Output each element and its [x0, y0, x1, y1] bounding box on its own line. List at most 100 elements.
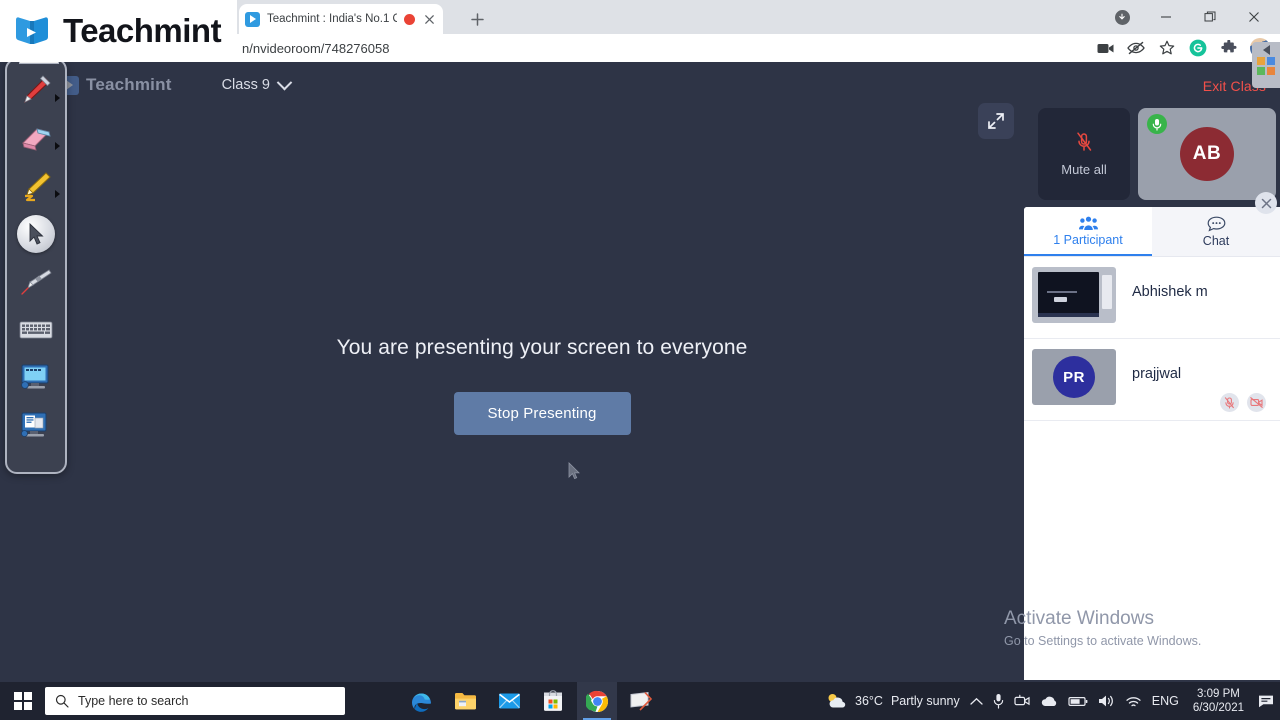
browser-tab-title: Teachmint : India's No.1 Onli — [267, 13, 397, 25]
pen-tool[interactable] — [13, 66, 60, 114]
preview-screen — [1038, 272, 1099, 317]
screen-share-icon — [21, 364, 49, 389]
video-tiles: Mute all AB — [1038, 108, 1276, 200]
participant-row[interactable]: PR prajjwal — [1024, 339, 1280, 421]
app-header: Teachmint Class 9 — [60, 62, 1280, 108]
browser-toolbar: n/nvideoroom/748276058 — [235, 34, 1280, 62]
taskbar-mail-button[interactable] — [489, 682, 529, 720]
cursor-icon — [29, 223, 44, 245]
camera-off-icon — [1250, 397, 1263, 408]
volume-icon[interactable] — [1098, 694, 1115, 708]
highlighter-icon — [25, 172, 51, 202]
star-icon[interactable] — [1155, 36, 1179, 60]
browser-tab[interactable]: Teachmint : India's No.1 Onli — [239, 4, 443, 34]
tab-chat[interactable]: Chat — [1152, 207, 1280, 256]
chrome-icon — [585, 690, 608, 712]
keyboard-tool[interactable] — [13, 306, 59, 354]
avatar: PR — [1053, 356, 1095, 398]
mail-icon — [498, 693, 520, 709]
screen-root: Teachmint Class 9 Exit Class You are pre… — [0, 0, 1280, 720]
app-logo-text: Teachmint — [86, 75, 172, 94]
battery-icon[interactable] — [1068, 696, 1088, 707]
teachmint-overlay-banner: Teachmint — [0, 0, 237, 62]
recording-dot-icon[interactable] — [404, 13, 415, 25]
downloads-button[interactable] — [1100, 3, 1144, 31]
widget-swatch — [1257, 57, 1265, 65]
class-selector[interactable]: Class 9 — [222, 74, 293, 93]
notifications-button[interactable] — [1258, 694, 1274, 708]
onedrive-icon[interactable] — [1040, 695, 1058, 707]
widget-swatch — [1267, 57, 1275, 65]
maximize-button[interactable] — [1188, 3, 1232, 31]
taskbar-chrome-button[interactable] — [577, 682, 617, 720]
annotation-toolbar — [5, 48, 67, 474]
participant-avatar-tile: PR — [1032, 349, 1116, 405]
laser-pointer-tool[interactable] — [13, 258, 59, 306]
floating-extension-widget[interactable] — [1252, 42, 1280, 88]
chevron-up-icon[interactable] — [970, 697, 983, 706]
taskbar-teachmint-button[interactable] — [621, 682, 661, 720]
document-share-icon — [21, 412, 47, 437]
taskbar-search-box[interactable]: Type here to search — [45, 687, 345, 715]
teachmint-favicon — [245, 11, 260, 27]
clock-time: 3:09 PM — [1197, 688, 1240, 700]
collapse-left-arrow-icon — [1262, 45, 1270, 55]
cursor-tool[interactable] — [13, 210, 59, 258]
close-icon — [1261, 198, 1271, 208]
widget-color-grid — [1257, 57, 1275, 75]
partly-sunny-icon — [828, 694, 846, 708]
stop-presenting-button[interactable]: Stop Presenting — [453, 391, 631, 435]
pen-options-arrow[interactable] — [55, 94, 60, 102]
taskbar-file-explorer-button[interactable] — [445, 682, 485, 720]
highlighter-options-arrow[interactable] — [55, 190, 60, 198]
microsoft-store-icon — [544, 690, 562, 711]
edge-icon — [411, 693, 431, 712]
mic-on-badge — [1147, 114, 1167, 134]
mute-all-label: Mute all — [1061, 162, 1107, 177]
self-video-tile[interactable]: AB — [1138, 108, 1276, 200]
wifi-icon[interactable] — [1125, 695, 1142, 708]
laser-pointer-icon — [21, 269, 52, 295]
close-button[interactable] — [1232, 3, 1276, 31]
search-icon — [55, 694, 69, 708]
fullscreen-expand-icon — [988, 113, 1004, 129]
eraser-options-arrow[interactable] — [55, 142, 60, 150]
taskbar-apps — [401, 682, 661, 720]
address-bar[interactable]: n/nvideoroom/748276058 — [235, 41, 1093, 56]
weather-description: Partly sunny — [890, 694, 960, 708]
eye-slash-icon[interactable] — [1124, 36, 1148, 60]
camera-icon[interactable] — [1014, 694, 1030, 708]
pen-icon — [24, 75, 51, 103]
toggle-camera-button[interactable] — [1247, 393, 1266, 412]
mute-all-tile[interactable]: Mute all — [1038, 108, 1130, 200]
start-button[interactable] — [0, 682, 45, 720]
grammarly-icon[interactable] — [1186, 36, 1210, 60]
window-controls — [1100, 3, 1276, 31]
eraser-tool[interactable] — [13, 114, 60, 162]
tab-chat-label: Chat — [1202, 233, 1230, 248]
camera-icon[interactable] — [1093, 36, 1117, 60]
language-indicator[interactable]: ENG — [1152, 694, 1179, 708]
document-share-tool[interactable] — [13, 402, 59, 450]
fullscreen-expand-button[interactable] — [978, 103, 1014, 139]
weather-widget[interactable]: 36°C Partly sunny — [825, 692, 960, 710]
screen-share-tool[interactable] — [13, 354, 59, 402]
tab-participants[interactable]: 1 Participant — [1024, 207, 1152, 256]
toggle-mic-button[interactable] — [1220, 393, 1239, 412]
tab-close-button[interactable] — [422, 12, 437, 27]
extensions-icon[interactable] — [1217, 36, 1241, 60]
new-tab-button[interactable] — [466, 8, 488, 30]
taskbar-clock[interactable]: 3:09 PM 6/30/2021 — [1189, 687, 1248, 715]
highlighter-tool[interactable] — [13, 162, 60, 210]
side-panel: 1 Participant Chat Abhishek m PR prajjwa… — [1024, 207, 1280, 680]
taskbar-store-button[interactable] — [533, 682, 573, 720]
teachmint-brand: Teachmint — [14, 12, 222, 50]
close-panel-button[interactable] — [1255, 192, 1277, 214]
microphone-icon[interactable] — [993, 693, 1004, 709]
downloads-icon — [1114, 9, 1130, 25]
participants-list: Abhishek m PR prajjwal — [1024, 257, 1280, 421]
minimize-button[interactable] — [1144, 3, 1188, 31]
participant-row[interactable]: Abhishek m — [1024, 257, 1280, 339]
taskbar-edge-button[interactable] — [401, 682, 441, 720]
presenting-area: You are presenting your screen to everyo… — [60, 150, 1024, 620]
